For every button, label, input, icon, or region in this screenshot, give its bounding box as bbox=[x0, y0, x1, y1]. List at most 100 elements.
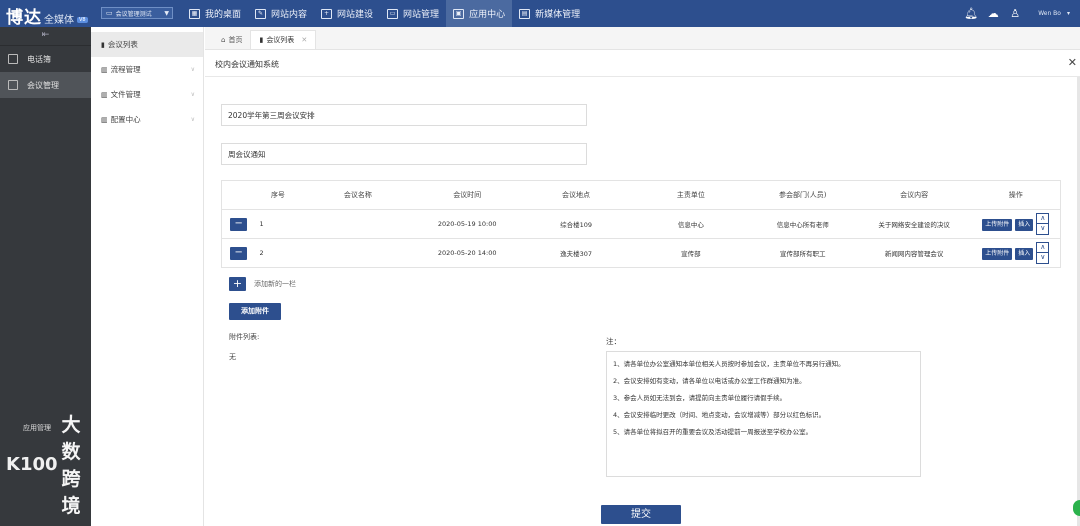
brand-logo[interactable]: 博达 全媒体 V8 bbox=[6, 3, 88, 28]
row-time[interactable]: 2020-05-20 14:00 bbox=[415, 238, 520, 268]
nav-site-content[interactable]: ✎ 网站内容 bbox=[248, 0, 314, 27]
shirt-icon[interactable]: ♙ bbox=[1004, 7, 1026, 20]
bookmark-icon: ▮ bbox=[101, 40, 105, 49]
chevron-down-icon[interactable]: ∨ bbox=[1036, 224, 1050, 235]
tab-meeting-list[interactable]: ▮ 会议列表 ✕ bbox=[250, 30, 317, 49]
attachment-list-empty: 无 bbox=[229, 353, 236, 361]
note-line: 5、请各单位将拟召开的重要会议及活动提前一周报送至学校办公室。 bbox=[613, 428, 813, 436]
menu-collapse-icon[interactable]: ⇤ bbox=[0, 27, 91, 46]
row-dept[interactable]: 宣传部所有职工 bbox=[748, 238, 857, 268]
column-header: 会议地点 bbox=[519, 180, 633, 210]
system-select[interactable]: ▭ 会议管理测试 ▼ bbox=[101, 7, 173, 19]
tab-label: 首页 bbox=[228, 35, 243, 44]
chevron-up-icon[interactable]: ∧ bbox=[1036, 213, 1050, 224]
column-header: 会议时间 bbox=[415, 180, 520, 210]
add-attachment-button[interactable]: 添加附件 bbox=[229, 303, 281, 320]
chevron-down-icon: ∨ bbox=[190, 91, 195, 98]
nav-new-media[interactable]: ▤ 新媒体管理 bbox=[512, 0, 587, 27]
edit-icon: ✎ bbox=[255, 8, 267, 19]
meeting-table: 序号 会议名称 会议时间 会议地点 主责单位 参会部门(人员) 会议内容 操作 … bbox=[221, 180, 1061, 268]
row-dept[interactable]: 信息中心所有老师 bbox=[748, 209, 857, 239]
row-unit[interactable]: 宣传部 bbox=[632, 238, 749, 268]
close-icon[interactable]: ✕ bbox=[301, 36, 307, 44]
row-no: 2 bbox=[255, 238, 301, 268]
remove-row-button[interactable]: − bbox=[230, 217, 248, 231]
chart-icon: ▥ bbox=[101, 65, 108, 74]
chevron-down-icon: ▼ bbox=[164, 9, 169, 17]
column-header: 参会部门(人员) bbox=[748, 180, 857, 210]
brand-sub: 全媒体 bbox=[44, 15, 74, 26]
chevron-down-icon[interactable]: ▾ bbox=[1067, 10, 1070, 17]
notice-type-field[interactable]: 周会议通知 bbox=[221, 143, 587, 165]
app-icon: ▣ bbox=[453, 8, 465, 19]
row-time[interactable]: 2020-05-19 10:00 bbox=[415, 209, 520, 239]
note-line: 4、会议安排临时更改（时间、地点变动，会议增减等）部分以红色标识。 bbox=[613, 411, 826, 419]
nav-site-build[interactable]: + 网站建设 bbox=[314, 0, 380, 27]
home-icon: ⌂ bbox=[221, 35, 226, 44]
bookmark-icon: ▮ bbox=[259, 36, 264, 44]
row-actions: 上传附件 插入 ∧ ∨ bbox=[971, 238, 1061, 268]
note-line: 2、会议安排如有变动，请各单位以电话或办公室工作群通知为准。 bbox=[613, 377, 806, 385]
row-place[interactable]: 逸夫楼307 bbox=[519, 238, 633, 268]
nav-desktop[interactable]: ▦ 我的桌面 bbox=[182, 0, 248, 27]
page-title: 校内会议通知系统 bbox=[215, 60, 279, 69]
nav-label: 网站建设 bbox=[337, 10, 374, 20]
main-nav: ▦ 我的桌面 ✎ 网站内容 + 网站建设 ▭ 网站管理 ▣ 应用中心 ▤ 新媒体管理 bbox=[182, 0, 587, 27]
nav-site-manage[interactable]: ▭ 网站管理 bbox=[380, 0, 446, 27]
media-icon: ▤ bbox=[519, 8, 531, 19]
row-unit[interactable]: 信息中心 bbox=[632, 209, 749, 239]
main-content: 校内会议通知系统 ✕ 2020学年第三周会议安排 周会议通知 序号 会议名称 会… bbox=[205, 50, 1080, 526]
remove-row-button[interactable]: − bbox=[230, 246, 248, 260]
column-header: 操作 bbox=[971, 180, 1061, 210]
row-name[interactable] bbox=[300, 238, 416, 268]
cloud-icon[interactable]: ☁︎ bbox=[982, 7, 1004, 20]
row-content[interactable]: 关于网络安全建设的决议 bbox=[856, 209, 972, 239]
meeting-week-field[interactable]: 2020学年第三周会议安排 bbox=[221, 104, 587, 126]
brand-name: 博达 bbox=[6, 8, 42, 28]
left-sidebar: ⇤ 电话簿 会议管理 K100 大数跨境 应用管理 bbox=[0, 27, 91, 526]
close-icon[interactable]: ✕ bbox=[1068, 56, 1077, 69]
nav-label: 网站内容 bbox=[271, 10, 308, 20]
upload-attachment-button[interactable]: 上传附件 bbox=[982, 219, 1013, 231]
submenu-config[interactable]: ▥ 配置中心 ∨ bbox=[91, 107, 203, 132]
submenu-label: 文件管理 bbox=[110, 90, 141, 99]
header-spacer bbox=[221, 180, 256, 210]
submenu-label: 配置中心 bbox=[110, 115, 141, 124]
insert-button[interactable]: 插入 bbox=[1015, 219, 1034, 231]
chevron-up-icon[interactable]: ∧ bbox=[1036, 242, 1050, 253]
note-box[interactable]: 1、请各单位办公室通知本单位相关人员按时参加会议，主责单位不再另行通知。 2、会… bbox=[606, 351, 921, 477]
note-line: 1、请各单位办公室通知本单位相关人员按时参加会议，主责单位不再另行通知。 bbox=[613, 360, 845, 368]
upload-attachment-button[interactable]: 上传附件 bbox=[982, 248, 1013, 260]
row-name[interactable] bbox=[300, 209, 416, 239]
submenu-files[interactable]: ▥ 文件管理 ∨ bbox=[91, 82, 203, 107]
chart-icon: ▥ bbox=[101, 90, 108, 99]
submenu-meeting-list[interactable]: ▮ 会议列表 bbox=[91, 32, 203, 57]
bell-icon[interactable]: 🔔︎ bbox=[960, 7, 982, 20]
row-no: 1 bbox=[255, 209, 301, 239]
sidebar-item-label: 电话簿 bbox=[27, 54, 51, 64]
row-place[interactable]: 综合楼109 bbox=[519, 209, 633, 239]
sidebar-item-meeting[interactable]: 会议管理 bbox=[0, 72, 91, 98]
version-badge: V8 bbox=[77, 17, 88, 23]
insert-button[interactable]: 插入 bbox=[1015, 248, 1034, 260]
sidebar-item-phonebook[interactable]: 电话簿 bbox=[0, 46, 91, 72]
tab-label: 会议列表 bbox=[266, 36, 295, 44]
column-header: 主责单位 bbox=[632, 180, 749, 210]
meeting-icon bbox=[8, 80, 18, 90]
add-row-button[interactable]: + bbox=[229, 277, 246, 291]
watermark-logo: K100 bbox=[6, 453, 58, 475]
tab-home[interactable]: ⌂ 首页 bbox=[213, 30, 250, 49]
row-content[interactable]: 新闻网内容管理会议 bbox=[856, 238, 972, 268]
move-arrows: ∧ ∨ bbox=[1036, 213, 1050, 235]
monitor-icon: ▭ bbox=[387, 8, 399, 19]
submit-button[interactable]: 提交 bbox=[601, 505, 681, 524]
floating-chat-button[interactable] bbox=[1073, 500, 1080, 516]
chevron-down-icon[interactable]: ∨ bbox=[1036, 253, 1050, 264]
submenu-label: 流程管理 bbox=[110, 65, 141, 74]
table-header-row: 序号 会议名称 会议时间 会议地点 主责单位 参会部门(人员) 会议内容 操作 bbox=[221, 180, 1061, 210]
nav-app-center[interactable]: ▣ 应用中心 bbox=[446, 0, 513, 27]
user-name[interactable]: Wen Bo bbox=[1038, 10, 1061, 17]
submenu-process[interactable]: ▥ 流程管理 ∨ bbox=[91, 57, 203, 82]
row-actions: 上传附件 插入 ∧ ∨ bbox=[971, 209, 1061, 239]
row-cell: − bbox=[221, 209, 256, 239]
